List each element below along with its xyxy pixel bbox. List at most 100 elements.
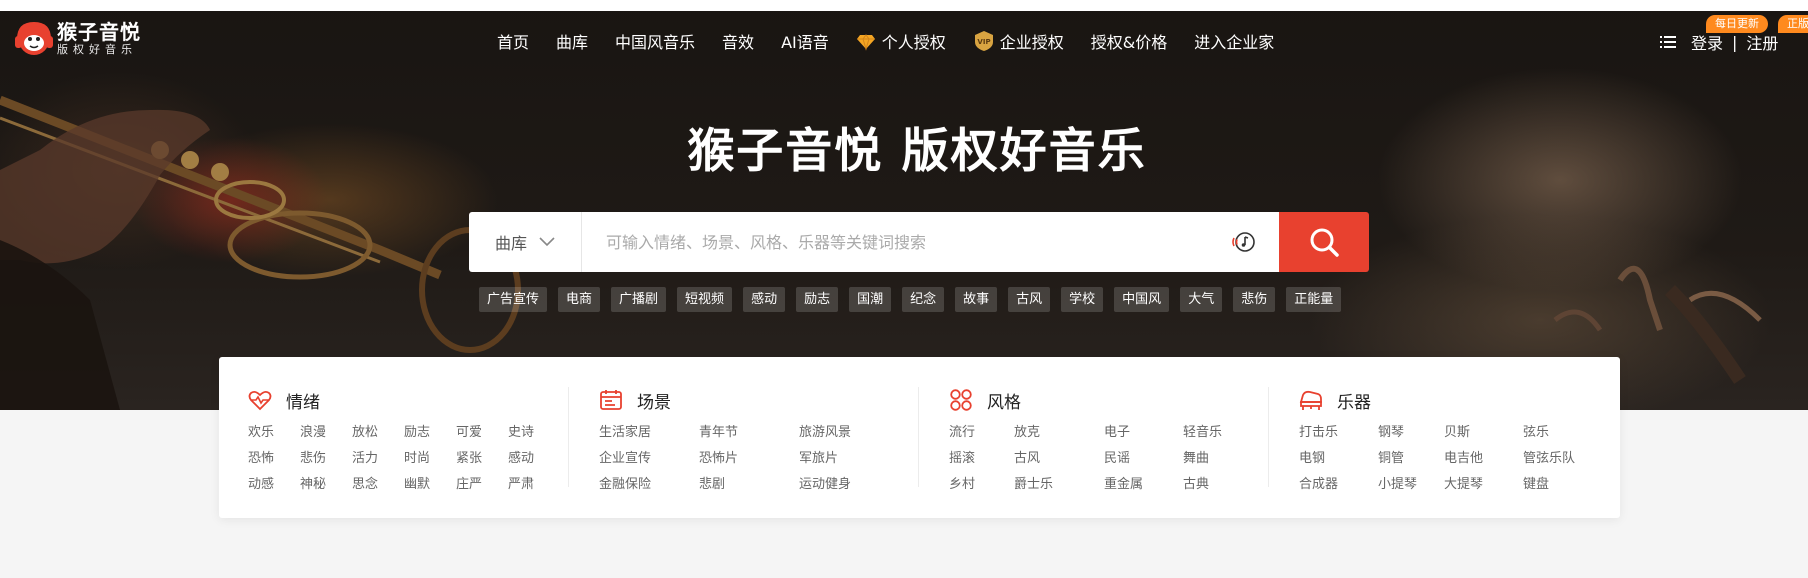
chevron-down-icon [539, 237, 555, 247]
column-divider [568, 387, 569, 487]
tag-short-video[interactable]: 短视频 [677, 287, 733, 312]
category-item[interactable]: 弦乐 [1523, 424, 1583, 442]
category-item[interactable]: 运动健身 [799, 476, 899, 494]
tag-guochao[interactable]: 国潮 [849, 287, 892, 312]
login-link[interactable]: 登录 [1691, 30, 1723, 54]
category-item[interactable]: 生活家居 [599, 424, 699, 442]
tag-inspirational[interactable]: 励志 [796, 287, 839, 312]
category-item[interactable]: 电吉他 [1444, 450, 1523, 468]
site-logo[interactable]: 猴子音悦 版权好音乐 [14, 19, 141, 59]
tag-sad[interactable]: 悲伤 [1233, 287, 1276, 312]
search-category-dropdown[interactable]: 曲库 [469, 212, 582, 272]
category-mood: 情绪 欢乐 浪漫 放松 励志 可爱 史诗 恐怖 悲伤 活力 时尚 紧张 感动 动… [248, 387, 560, 494]
category-item[interactable]: 悲伤 [300, 450, 352, 468]
category-item[interactable]: 小提琴 [1378, 476, 1444, 494]
nav-item-enterprise[interactable]: 进入企业家 [1194, 29, 1274, 53]
tag-story[interactable]: 故事 [955, 287, 998, 312]
tag-ancient-style[interactable]: 古风 [1008, 287, 1051, 312]
tag-memorial[interactable]: 纪念 [902, 287, 945, 312]
category-item[interactable]: 铜管 [1378, 450, 1444, 468]
tag-ad[interactable]: 广告宣传 [479, 287, 548, 312]
nav-item-enterprise-license[interactable]: VIP 企业授权 [973, 29, 1064, 53]
category-item[interactable]: 庄严 [456, 476, 508, 494]
tag-school[interactable]: 学校 [1061, 287, 1104, 312]
category-item[interactable]: 放松 [352, 424, 404, 442]
category-item[interactable]: 军旅片 [799, 450, 899, 468]
tag-touching[interactable]: 感动 [743, 287, 786, 312]
search-category-label: 曲库 [494, 234, 527, 253]
category-item[interactable]: 金融保险 [599, 476, 699, 494]
tag-chinese-style[interactable]: 中国风 [1114, 287, 1170, 312]
register-link[interactable]: 注册 [1746, 30, 1778, 54]
category-item[interactable]: 旅游风景 [799, 424, 899, 442]
tag-grand[interactable]: 大气 [1180, 287, 1223, 312]
category-item[interactable]: 古风 [1014, 450, 1104, 468]
category-item[interactable]: 民谣 [1104, 450, 1183, 468]
hero-headline: 猴子音悦 版权好音乐 [687, 124, 1147, 179]
category-item[interactable]: 舞曲 [1183, 450, 1243, 468]
category-item[interactable]: 企业宣传 [599, 450, 699, 468]
category-item[interactable]: 合成器 [1299, 476, 1378, 494]
category-item[interactable]: 钢琴 [1378, 424, 1444, 442]
search-button[interactable] [1279, 212, 1369, 272]
top-navigation: 猴子音悦 版权好音乐 首页 曲库 中国风音乐 音效 AI语音 个人授权 VIP [0, 11, 1808, 71]
category-item[interactable]: 时尚 [404, 450, 456, 468]
category-item[interactable]: 打击乐 [1299, 424, 1378, 442]
category-item[interactable]: 恐怖片 [699, 450, 799, 468]
category-item[interactable]: 流行 [949, 424, 1014, 442]
hum-search-icon[interactable] [1231, 229, 1257, 255]
search-input[interactable] [606, 232, 1231, 252]
category-style: 风格 流行 放克 电子 轻音乐 摇滚 古风 民谣 舞曲 乡村 爵士乐 重金属 古… [949, 387, 1243, 494]
category-item[interactable]: 幽默 [404, 476, 456, 494]
category-item[interactable]: 活力 [352, 450, 404, 468]
nav-item-personal-license[interactable]: 个人授权 [856, 29, 946, 53]
category-item[interactable]: 神秘 [300, 476, 352, 494]
category-item[interactable]: 可爱 [456, 424, 508, 442]
category-item[interactable]: 电子 [1104, 424, 1183, 442]
category-title: 乐器 [1337, 392, 1371, 413]
genuine-badge: 正版 [1778, 15, 1808, 33]
category-item[interactable]: 欢乐 [248, 424, 300, 442]
category-item[interactable]: 思念 [352, 476, 404, 494]
category-item[interactable]: 严肃 [508, 476, 560, 494]
category-item[interactable]: 贝斯 [1444, 424, 1523, 442]
category-item[interactable]: 励志 [404, 424, 456, 442]
nav-item-library[interactable]: 曲库 [556, 29, 588, 53]
tag-radio-drama[interactable]: 广播剧 [611, 287, 667, 312]
category-scene: 场景 生活家居 青年节 旅游风景 企业宣传 恐怖片 军旅片 金融保险 悲剧 运动… [599, 387, 899, 494]
category-item[interactable]: 爵士乐 [1014, 476, 1104, 494]
search-bar: 曲库 [469, 212, 1369, 272]
category-item[interactable]: 键盘 [1523, 476, 1583, 494]
column-divider [918, 387, 919, 487]
tag-positive-energy[interactable]: 正能量 [1286, 287, 1342, 312]
category-item[interactable]: 恐怖 [248, 450, 300, 468]
nav-item-pricing[interactable]: 授权&价格 [1091, 29, 1167, 53]
nav-item-chinese-style[interactable]: 中国风音乐 [615, 29, 695, 53]
category-item[interactable]: 紧张 [456, 450, 508, 468]
category-item[interactable]: 摇滚 [949, 450, 1014, 468]
list-menu-icon[interactable] [1660, 34, 1676, 50]
nav-item-ai-voice[interactable]: AI语音 [781, 29, 829, 53]
heart-pulse-icon [248, 390, 272, 411]
category-item[interactable]: 重金属 [1104, 476, 1183, 494]
category-item[interactable]: 感动 [508, 450, 560, 468]
personal-license-label: 个人授权 [881, 33, 946, 52]
nav-item-sound-effects[interactable]: 音效 [722, 29, 754, 53]
category-item[interactable]: 动感 [248, 476, 300, 494]
tag-ecommerce[interactable]: 电商 [558, 287, 601, 312]
nav-item-home[interactable]: 首页 [497, 29, 529, 53]
category-item[interactable]: 史诗 [508, 424, 560, 442]
category-item[interactable]: 悲剧 [699, 476, 799, 494]
category-item[interactable]: 轻音乐 [1183, 424, 1243, 442]
category-item[interactable]: 青年节 [699, 424, 799, 442]
category-item[interactable]: 电钢 [1299, 450, 1378, 468]
category-item[interactable]: 乡村 [949, 476, 1014, 494]
category-item[interactable]: 管弦乐队 [1523, 450, 1583, 468]
category-item[interactable]: 古典 [1183, 476, 1243, 494]
category-item[interactable]: 浪漫 [300, 424, 352, 442]
diamond-icon [856, 34, 875, 51]
category-item[interactable]: 大提琴 [1444, 476, 1523, 494]
hot-tags: 广告宣传 电商 广播剧 短视频 感动 励志 国潮 纪念 故事 古风 学校 中国风… [479, 287, 1342, 312]
calendar-icon [600, 390, 622, 410]
category-item[interactable]: 放克 [1014, 424, 1104, 442]
